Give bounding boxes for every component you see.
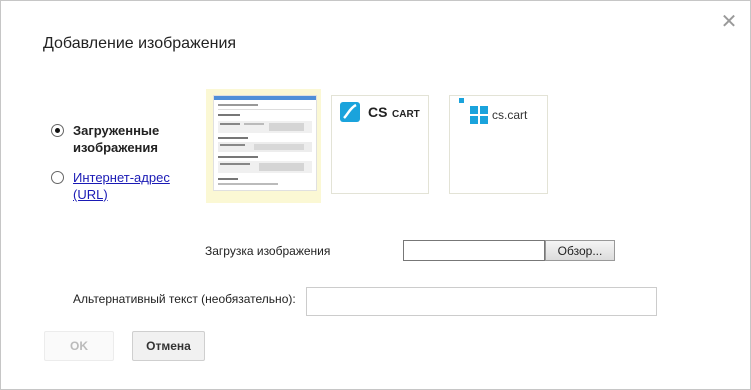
cs-cart-logo-graphic: CS CART bbox=[340, 102, 420, 122]
file-path-field[interactable] bbox=[403, 240, 545, 261]
screenshot-preview-image bbox=[213, 95, 317, 191]
alt-text-input[interactable] bbox=[306, 287, 657, 316]
cs-cart-logo-text-sub: CART bbox=[392, 109, 420, 120]
cs-cart-small-logo-image: cs.cart bbox=[450, 96, 547, 126]
screenshot-preview-graphic bbox=[214, 96, 316, 185]
image-thumbnail-screenshot[interactable] bbox=[206, 89, 321, 203]
add-image-dialog: Добавление изображения ✕ Загруженные изо… bbox=[0, 0, 751, 390]
cs-cart-small-logo-graphic: cs.cart bbox=[459, 98, 528, 124]
image-thumbnail-cs-cart-logo[interactable]: CS CART bbox=[331, 95, 429, 194]
option-uploaded-images[interactable]: Загруженные изображения bbox=[51, 122, 201, 156]
upload-image-label: Загрузка изображения bbox=[205, 244, 331, 258]
option-uploaded-images-label[interactable]: Загруженные изображения bbox=[73, 123, 159, 155]
radio-uploaded-images[interactable] bbox=[51, 124, 64, 137]
close-icon[interactable]: ✕ bbox=[720, 12, 738, 32]
cs-cart-small-logo-text: cs.cart bbox=[492, 108, 528, 122]
alt-text-label: Альтернативный текст (необязательно): bbox=[73, 292, 296, 306]
radio-internet-url[interactable] bbox=[51, 171, 64, 184]
image-source-options: Загруженные изображения Интернет-адрес (… bbox=[51, 122, 201, 203]
dialog-title: Добавление изображения bbox=[43, 35, 237, 52]
ok-button[interactable]: OK bbox=[44, 331, 114, 361]
option-internet-url-label[interactable]: Интернет-адрес (URL) bbox=[73, 170, 170, 202]
image-thumbnail-cs-cart-small-logo[interactable]: cs.cart bbox=[449, 95, 548, 194]
browse-button[interactable]: Обзор... bbox=[545, 240, 615, 261]
cs-cart-logo-image: CS CART bbox=[332, 96, 428, 126]
option-internet-url[interactable]: Интернет-адрес (URL) bbox=[51, 169, 201, 203]
cancel-button[interactable]: Отмена bbox=[132, 331, 205, 361]
cs-cart-logo-text-main: CS bbox=[368, 104, 387, 120]
